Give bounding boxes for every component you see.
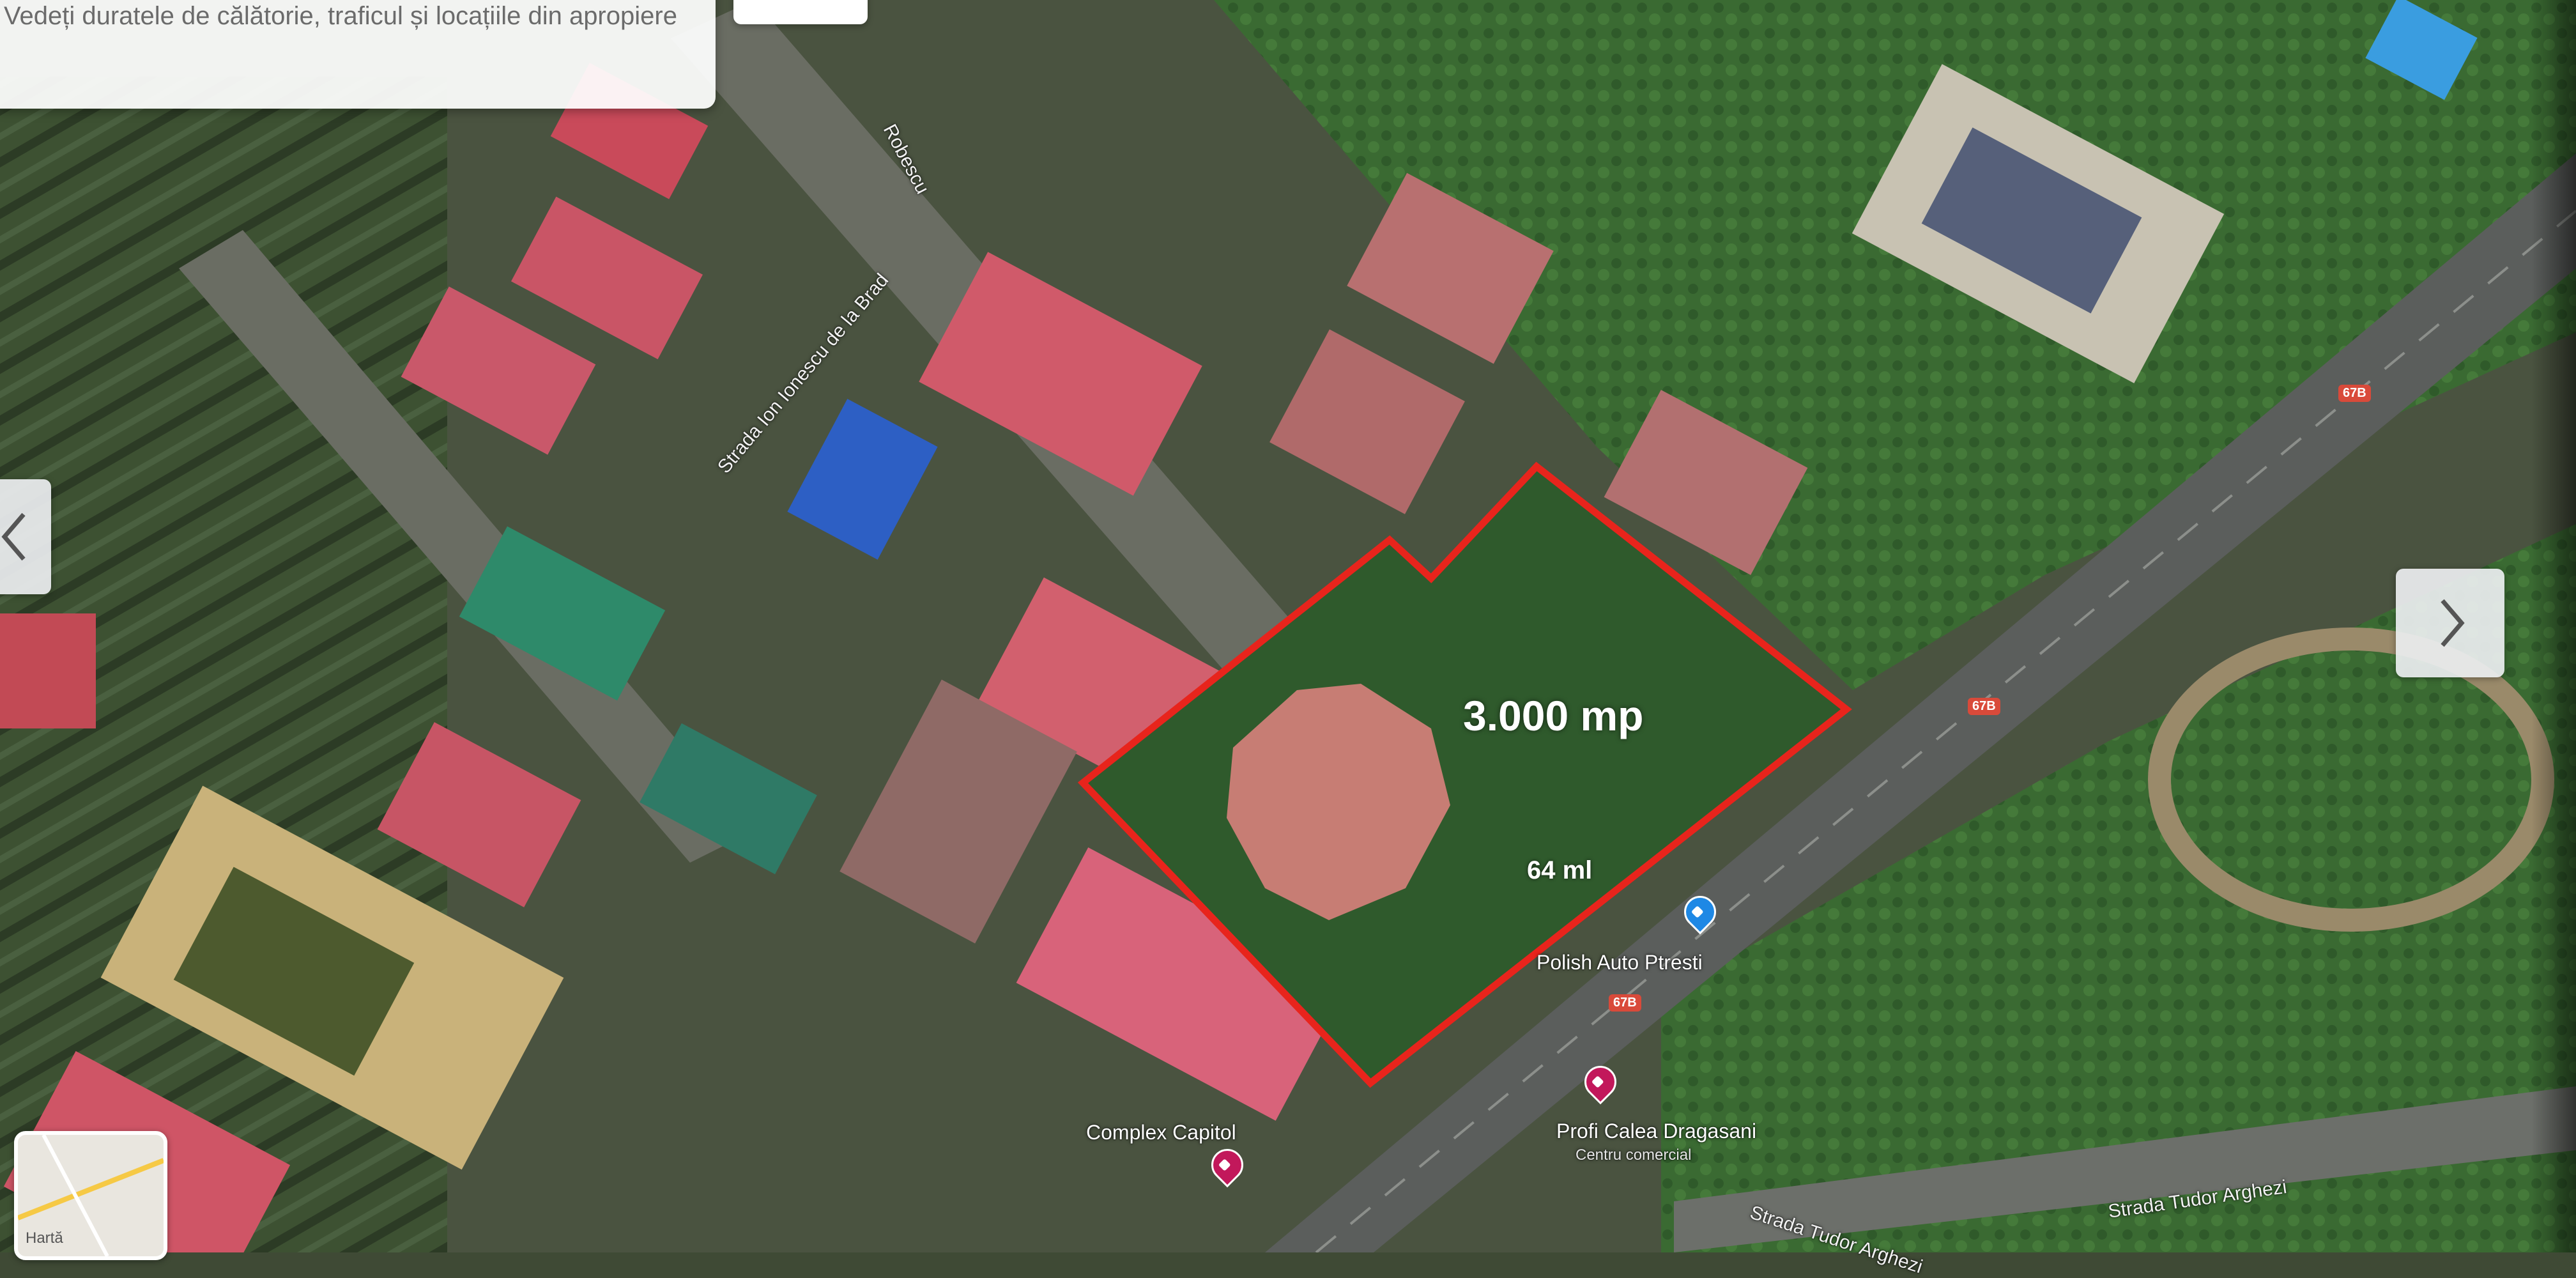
parcel-frontage-label: 64 ml [1527, 856, 1593, 884]
map-type-label: Hartă [26, 1229, 63, 1247]
route-badge-67b: 67B [1609, 994, 1641, 1012]
route-badge-67b: 67B [2338, 385, 2371, 402]
poi-label-complex-capitol[interactable]: Complex Capitol [1086, 1121, 1236, 1144]
route-badge-67b: 67B [1968, 698, 2000, 715]
map-type-toggle[interactable]: Hartă [14, 1131, 167, 1260]
poi-label-polish-auto[interactable]: Polish Auto Ptresti [1537, 951, 1703, 974]
parcel-area-label: 3.000 mp [1463, 692, 1644, 739]
poi-sublabel-profi: Centru comercial [1575, 1146, 1692, 1164]
poi-label-profi[interactable]: Profi Calea Dragasani [1556, 1120, 1756, 1143]
info-card-text: Vedeți duratele de călătorie, traficul ș… [4, 2, 677, 30]
top-chip[interactable] [733, 0, 868, 24]
building-roof [0, 613, 96, 728]
info-card[interactable]: Vedeți duratele de călătorie, traficul ș… [0, 0, 716, 109]
satellite-map[interactable] [0, 0, 2576, 1252]
chevron-right-icon [2441, 599, 2465, 647]
chevron-left-icon [1, 512, 26, 561]
screen-edge-shadow [2531, 0, 2576, 1252]
previous-button[interactable] [0, 479, 51, 594]
next-button[interactable] [2396, 569, 2504, 677]
